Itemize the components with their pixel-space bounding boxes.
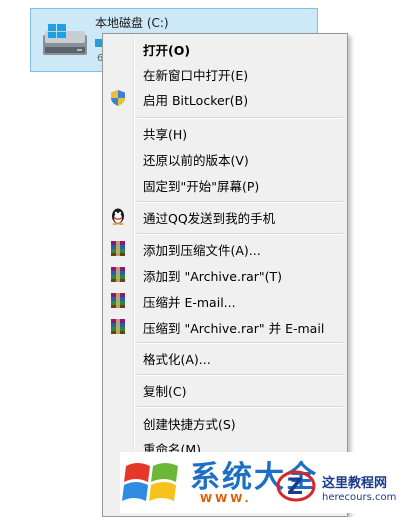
menu-item-add-to-archive-rar[interactable]: 添加到 "Archive.rar"(T): [105, 262, 345, 286]
menu-item-pin-start[interactable]: 固定到"开始"屏幕(P): [105, 172, 345, 196]
winrar-icon: [111, 241, 125, 256]
watermark-site-name: 这里教程网: [322, 476, 388, 491]
menu-separator: [137, 342, 343, 344]
menu-item-label: 压缩到 "Archive.rar" 并 E-mail: [143, 321, 325, 336]
menu-item-send-qq[interactable]: 通过QQ发送到我的手机: [105, 204, 345, 228]
context-menu: 打开(O) 在新窗口中打开(E) 启用 BitLocker(B) 共享(H) 还…: [102, 33, 348, 517]
hard-drive-icon: [43, 24, 87, 55]
winrar-icon: [111, 267, 125, 282]
winrar-icon: [111, 319, 125, 334]
menu-item-compress-rar-email[interactable]: 压缩到 "Archive.rar" 并 E-mail: [105, 314, 345, 338]
watermark-site-url: herecours.com: [322, 492, 397, 503]
menu-item-copy[interactable]: 复制(C): [105, 377, 345, 401]
windows-flag-logo-icon: [122, 463, 178, 501]
menu-item-restore-versions[interactable]: 还原以前的版本(V): [105, 146, 345, 170]
watermark-url: WWW.: [200, 492, 252, 505]
menu-separator: [137, 117, 343, 119]
uac-shield-icon: [111, 90, 125, 106]
menu-item-compress-email[interactable]: 压缩并 E-mail...: [105, 288, 345, 312]
menu-item-label: 在新窗口中打开(E): [143, 68, 249, 83]
menu-item-label: 复制(C): [143, 384, 187, 399]
menu-separator: [137, 374, 343, 376]
menu-separator: [137, 406, 343, 408]
menu-item-format[interactable]: 格式化(A)...: [105, 345, 345, 369]
menu-separator: [137, 233, 343, 235]
menu-item-label: 创建快捷方式(S): [143, 417, 236, 432]
menu-item-label: 压缩并 E-mail...: [143, 295, 236, 310]
menu-item-label: 固定到"开始"屏幕(P): [143, 179, 260, 194]
menu-item-label: 格式化(A)...: [143, 352, 211, 367]
herecours-logo-icon: Z: [276, 470, 316, 502]
menu-separator: [137, 201, 343, 203]
drive-name: 本地磁盘 (C:): [95, 16, 169, 30]
menu-item-bitlocker[interactable]: 启用 BitLocker(B): [105, 86, 345, 110]
menu-item-open[interactable]: 打开(O): [105, 36, 345, 60]
menu-item-share[interactable]: 共享(H): [105, 120, 345, 144]
menu-item-create-shortcut[interactable]: 创建快捷方式(S): [105, 410, 345, 434]
menu-item-label: 添加到 "Archive.rar"(T): [143, 269, 283, 284]
menu-item-label: 还原以前的版本(V): [143, 153, 249, 168]
menu-item-label: 打开(O): [143, 43, 191, 58]
qq-penguin-icon: [112, 208, 124, 225]
menu-item-label: 启用 BitLocker(B): [143, 93, 249, 108]
menu-item-open-new-window[interactable]: 在新窗口中打开(E): [105, 61, 345, 85]
svg-text:Z: Z: [287, 475, 303, 500]
winrar-icon: [111, 293, 125, 308]
menu-item-add-to-archive[interactable]: 添加到压缩文件(A)...: [105, 236, 345, 260]
site-watermark: 系统大全 WWW. Z 这里教程网 herecours.com: [120, 452, 400, 513]
menu-item-label: 通过QQ发送到我的手机: [143, 211, 276, 226]
menu-item-label: 共享(H): [143, 127, 188, 142]
menu-item-label: 添加到压缩文件(A)...: [143, 243, 261, 258]
